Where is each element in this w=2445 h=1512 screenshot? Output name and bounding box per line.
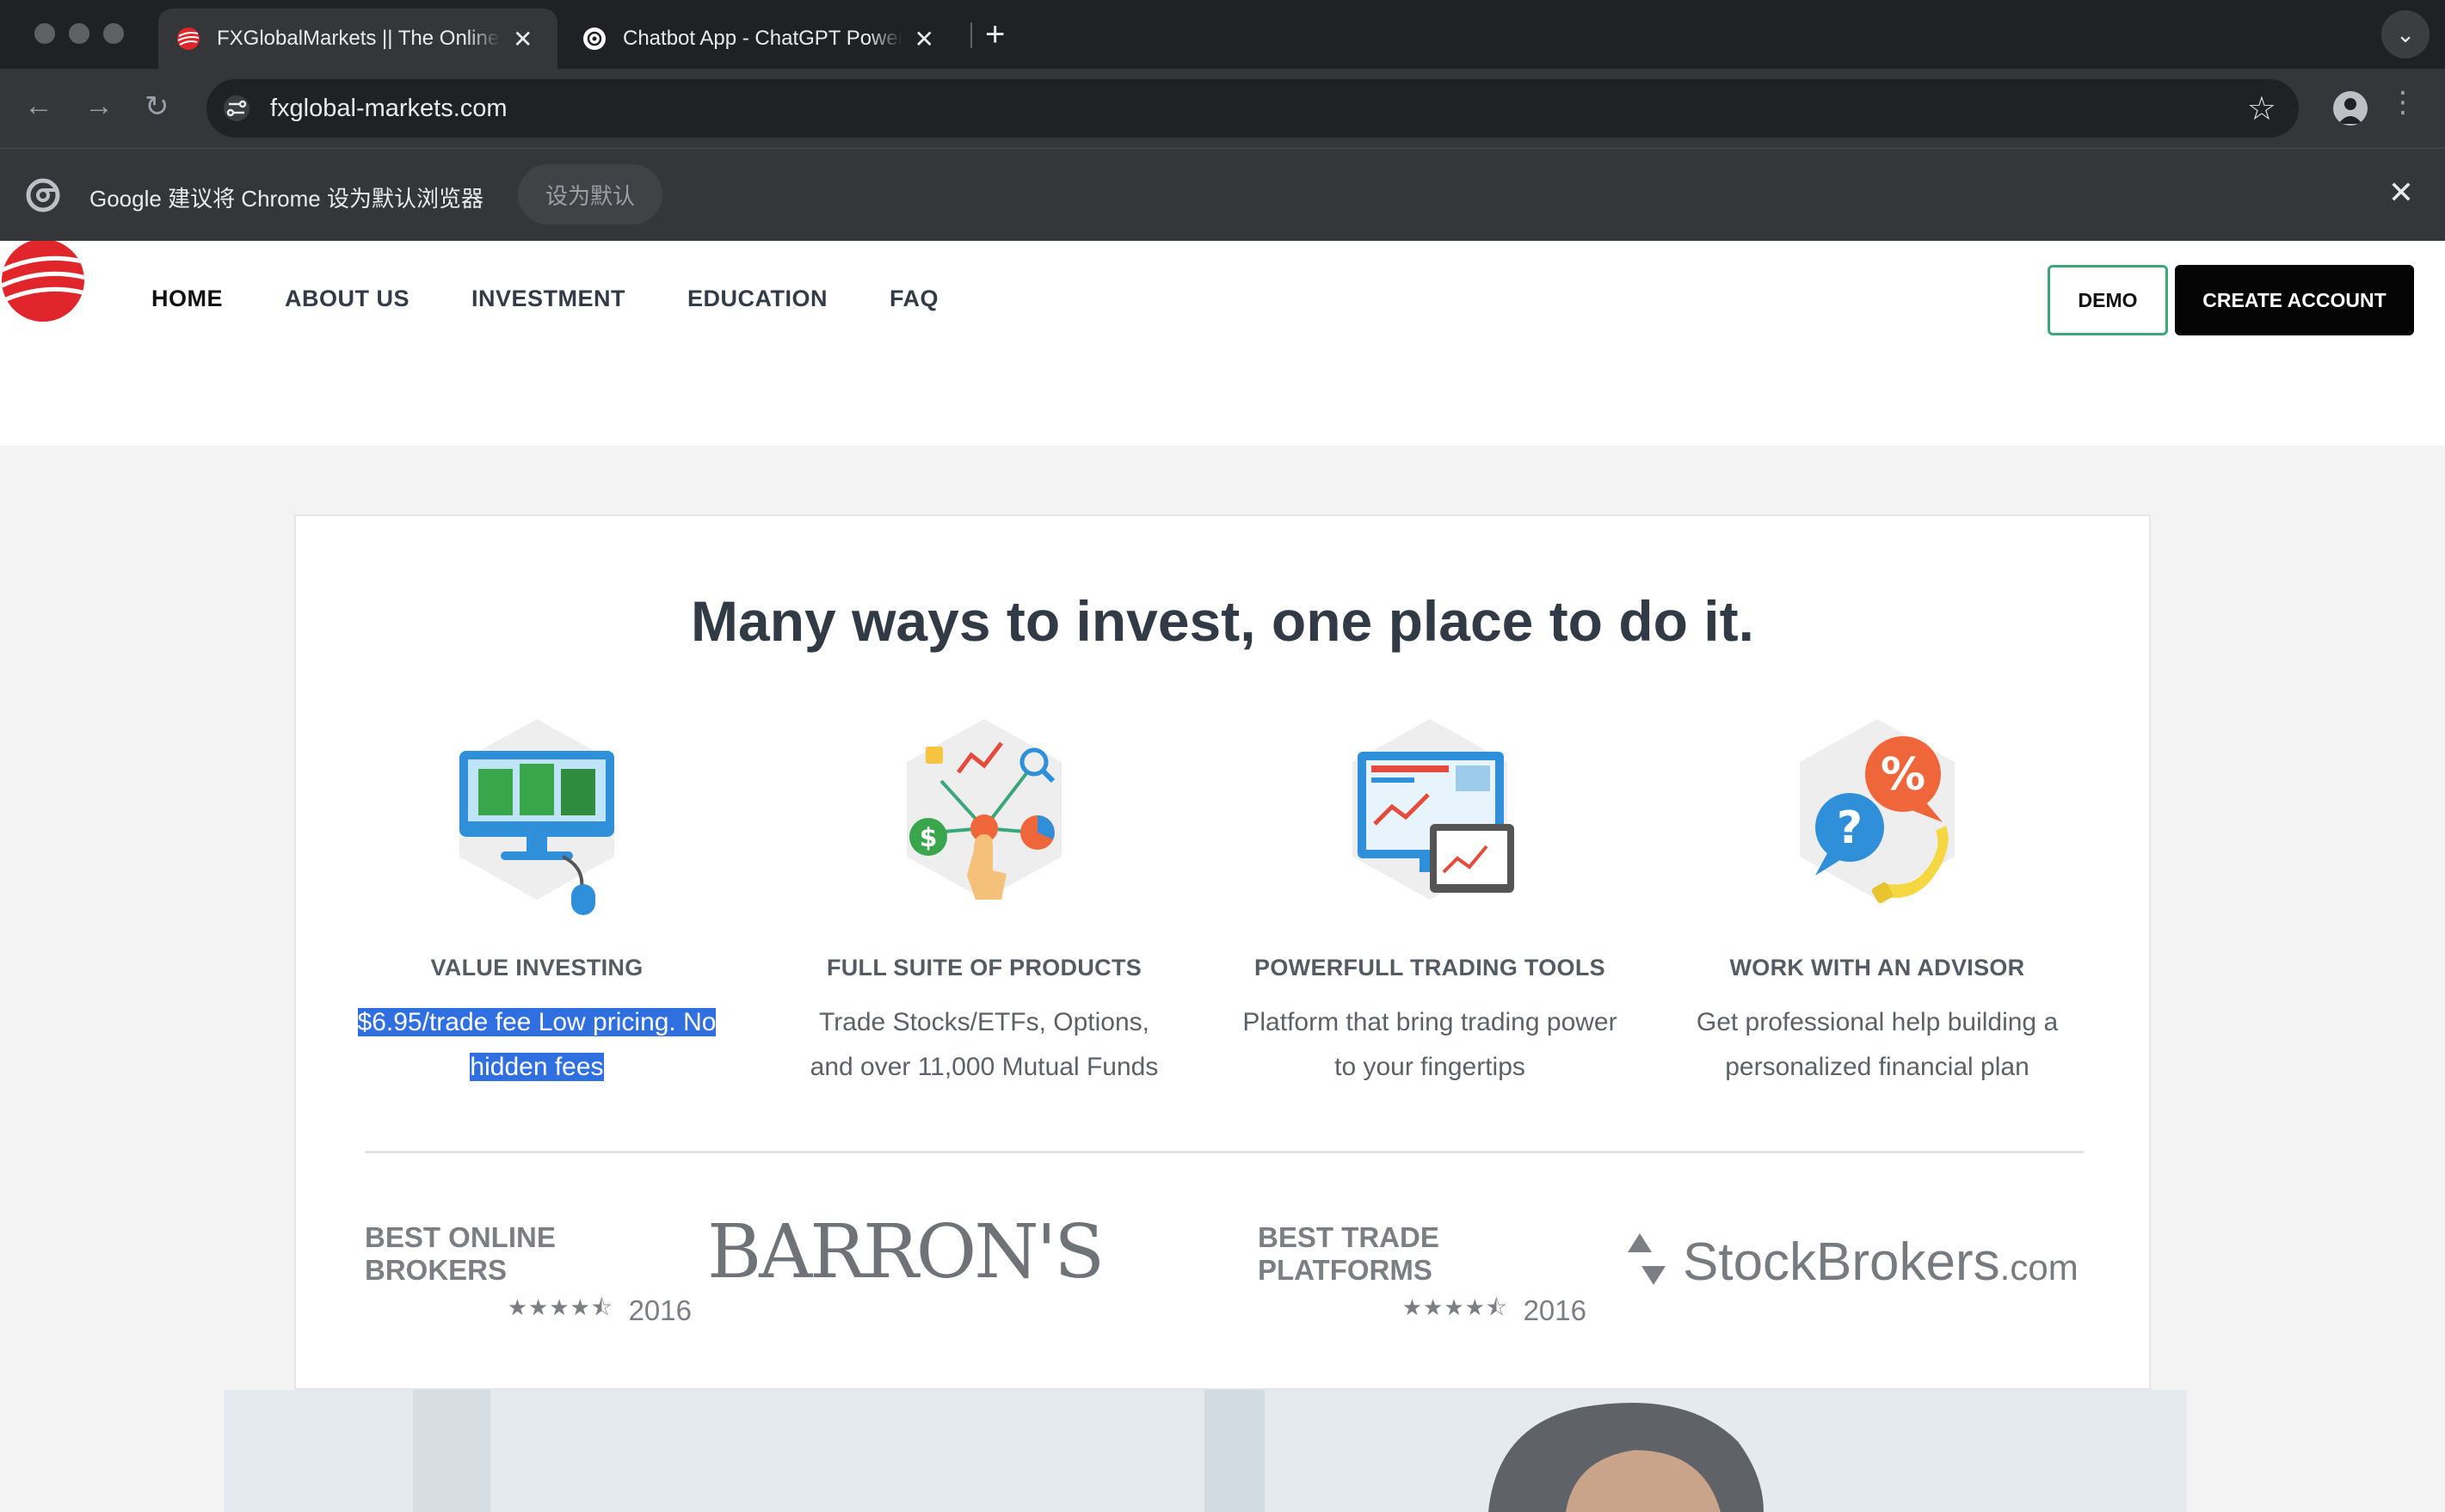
- default-browser-infobar: Google 建议将 Chrome 设为默认浏览器 设为默认 ✕: [0, 148, 2445, 241]
- svg-text:?: ?: [1837, 802, 1863, 854]
- feature-advisor: % ? WORK WITH AN ADVISOR Get professiona…: [1654, 712, 2101, 1090]
- tab-title: Chatbot App - ChatGPT Powered: [623, 27, 902, 50]
- forward-arrow-icon[interactable]: →: [84, 89, 114, 123]
- window-zoom-dot[interactable]: [103, 23, 124, 44]
- features-card: Many ways to invest, one place to do it.…: [294, 514, 2151, 1390]
- feature-title: FULL SUITE OF PRODUCTS: [826, 955, 1142, 980]
- tab-title: FXGlobalMarkets || The Online Trading: [217, 27, 501, 50]
- section-divider: [365, 1151, 2084, 1153]
- address-bar[interactable]: fxglobal-markets.com ☆: [206, 79, 2299, 138]
- infobar-message: Google 建议将 Chrome 设为默认浏览器: [89, 186, 483, 212]
- infobar-close-icon[interactable]: ✕: [2388, 175, 2414, 211]
- openai-logo-icon: [583, 28, 606, 50]
- feature-title: WORK WITH AN ADVISOR: [1729, 955, 2025, 980]
- fx-logo-icon: [177, 28, 200, 50]
- tab-close-icon[interactable]: ✕: [915, 25, 934, 53]
- nav-about-us[interactable]: ABOUT US: [285, 286, 410, 312]
- main-nav: HOME ABOUT US INVESTMENT EDUCATION FAQ: [151, 286, 939, 312]
- svg-text:%: %: [1881, 749, 1925, 801]
- nav-education[interactable]: EDUCATION: [687, 286, 828, 312]
- monitor-money-icon: [459, 719, 614, 915]
- nav-home[interactable]: HOME: [151, 286, 223, 312]
- window-minimize-dot[interactable]: [69, 23, 89, 44]
- reload-icon[interactable]: ↻: [145, 89, 169, 124]
- tab-close-icon[interactable]: ✕: [513, 25, 533, 53]
- stockbrokers-name: StockBrokers: [1683, 1232, 2000, 1292]
- create-account-button[interactable]: CREATE ACCOUNT: [2175, 265, 2414, 335]
- feature-trading-tools: POWERFULL TRADING TOOLS Platform that br…: [1206, 712, 1654, 1090]
- new-tab-icon[interactable]: +: [985, 15, 1005, 54]
- barrons-logo: BARRON'S: [707, 1209, 1105, 1295]
- hero-banner: [224, 1390, 2187, 1512]
- back-arrow-icon[interactable]: ←: [24, 89, 53, 123]
- browser-tab-bar: FXGlobalMarkets || The Online Trading ✕ …: [0, 0, 2445, 69]
- feature-title: POWERFULL TRADING TOOLS: [1254, 955, 1605, 980]
- chrome-logo-icon: [26, 178, 60, 212]
- award-best-online-brokers: BEST ONLINE BROKERS ★★★★⯪ 2016: [365, 1221, 692, 1330]
- products-hub-icon: $: [907, 719, 1062, 900]
- stockbrokers-logo: StockBrokers.com: [1683, 1232, 2079, 1293]
- fx-globe-logo-icon[interactable]: [0, 241, 86, 323]
- profile-avatar-icon[interactable]: [2333, 91, 2368, 126]
- hero-background-image: [224, 1390, 2187, 1512]
- demo-button[interactable]: DEMO: [2048, 265, 2168, 335]
- url-text: fxglobal-markets.com: [270, 95, 508, 122]
- site-header: HOME ABOUT US INVESTMENT EDUCATION FAQ D…: [0, 241, 2445, 446]
- feature-description: Trade Stocks/ETFs, Options, and over 11,…: [810, 1008, 1159, 1081]
- feature-title: VALUE INVESTING: [430, 955, 644, 980]
- award-title: BEST ONLINE BROKERS: [365, 1221, 556, 1286]
- award-best-trade-platforms: BEST TRADE PLATFORMS ★★★★⯪ 2016: [1258, 1221, 1586, 1330]
- site-settings-icon[interactable]: [222, 94, 251, 123]
- window-close-dot[interactable]: [34, 23, 55, 44]
- award-year: 2016: [1523, 1294, 1586, 1326]
- browser-toolbar: ← → ↻ fxglobal-markets.com ☆ ⋮: [0, 69, 2445, 148]
- feature-description: Get professional help building a persona…: [1696, 1008, 2059, 1081]
- page-headline: Many ways to invest, one place to do it.: [691, 589, 1754, 653]
- bookmark-star-icon[interactable]: ☆: [2247, 89, 2276, 128]
- feature-description: Platform that bring trading power to you…: [1242, 1008, 1617, 1081]
- svg-text:$: $: [920, 823, 938, 853]
- tab-search-chevron-icon[interactable]: ⌄: [2381, 10, 2430, 58]
- nav-faq[interactable]: FAQ: [890, 286, 939, 312]
- stockbrokers-suffix: .com: [1999, 1247, 2079, 1288]
- set-default-button[interactable]: 设为默认: [518, 164, 663, 224]
- nav-investment[interactable]: INVESTMENT: [471, 286, 625, 312]
- award-title: BEST TRADE PLATFORMS: [1258, 1221, 1439, 1286]
- feature-description: $6.95/trade fee Low pricing. No hidden f…: [313, 1000, 761, 1090]
- tab-fxglobalmarkets[interactable]: FXGlobalMarkets || The Online Trading ✕: [158, 9, 557, 69]
- trading-screens-icon: [1352, 719, 1514, 900]
- tab-chatbot-app[interactable]: Chatbot App - ChatGPT Powered ✕: [564, 9, 952, 69]
- feature-full-suite: $ FULL SUITE OF PRODUCTS Trade Stocks/ET…: [761, 712, 1208, 1090]
- more-menu-icon[interactable]: ⋮: [2388, 88, 2417, 117]
- tab-separator: [970, 22, 972, 48]
- rating-stars-icon: ★★★★⯪: [507, 1294, 613, 1320]
- feature-value-investing: VALUE INVESTING $6.95/trade fee Low pric…: [313, 712, 761, 1090]
- advisor-chat-icon: % ?: [1800, 719, 1955, 904]
- rating-stars-icon: ★★★★⯪: [1401, 1294, 1508, 1320]
- selected-text: $6.95/trade fee Low pricing. No hidden f…: [357, 1008, 717, 1081]
- award-year: 2016: [628, 1294, 692, 1326]
- stockbrokers-arrows-icon: [1628, 1233, 1666, 1285]
